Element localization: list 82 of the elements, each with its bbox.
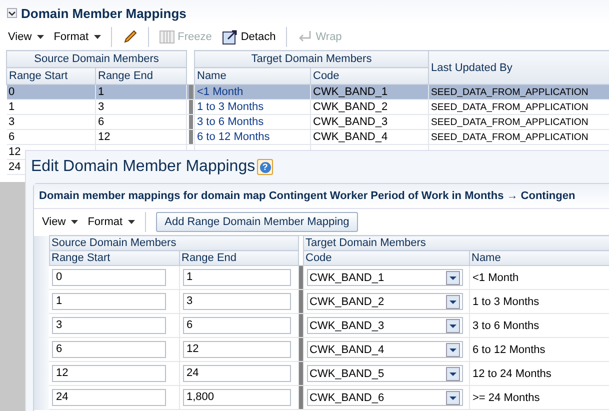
caret-icon [128,220,135,224]
table-cell: <1 Month [472,272,519,284]
table-cell: 3 [98,100,104,112]
code-dropdown[interactable]: CWK_BAND_3 [306,317,462,334]
table-row[interactable]: 0 1 <1 Month CWK_BAND_1 SEED_DATA_FROM_APPLICATION [6,84,609,100]
table-cell: 12 [98,130,110,142]
column-group-header: Target Domain Members [303,236,609,250]
table-cell: CWK_BAND_1 [313,86,388,98]
name-link[interactable]: 6 to 12 Months [197,130,270,142]
table-cell: 6 to 12 Months [472,344,546,356]
column-header[interactable]: Code [303,250,469,266]
column-group-header: Target Domain Members [194,50,428,68]
table-cell: CWK_BAND_3 [313,116,388,128]
table-row[interactable]: 6 12 6 to 12 Months CWK_BAND_4 SEED_DATA_FROM_APPLICATION [6,130,609,144]
range-end-field[interactable]: 1,800 [182,389,290,406]
column-group-header: Source Domain Members [49,236,298,250]
range-end-field[interactable]: 3 [182,293,290,310]
return-arrow-icon [296,30,313,44]
table-cell: 1 [8,100,15,112]
column-header[interactable]: Last Updated By [428,50,609,84]
code-dropdown[interactable]: CWK_BAND_5 [306,365,462,382]
table-cell: 0 [8,86,15,98]
table-cell: 1 [98,86,104,98]
caret-icon [94,35,101,40]
table-cell: CWK_BAND_2 [313,100,388,112]
table-row[interactable]: 3 6 3 to 6 Months CWK_BAND_3 SEED_DATA_FROM_APPLICATION [6,114,609,130]
pencil-icon [122,29,138,45]
column-header[interactable]: Range Start [6,68,96,84]
code-dropdown[interactable]: CWK_BAND_4 [306,341,462,358]
column-header[interactable]: Range End [96,68,186,84]
table-cell: 12 [8,146,21,158]
menu-button[interactable]: Format [88,216,135,228]
dialog-title: Edit Domain Member Mappings [31,158,256,176]
range-start-field[interactable]: 1 [52,293,166,310]
table-cell: 24 [8,160,21,172]
table-cell: SEED_DATA_FROM_APPLICATION [431,102,588,112]
table-cell: 6 [98,116,104,128]
range-start-field[interactable]: 0 [52,269,166,286]
add-mapping-button[interactable]: Add Range Domain Member Mapping [156,212,358,232]
table-cell: >= 24 Months [472,392,540,404]
menu-button[interactable]: View [8,31,44,43]
table-cell: CWK_BAND_4 [313,130,388,142]
edit-button[interactable] [122,29,138,45]
code-dropdown[interactable]: CWK_BAND_1 [306,269,462,286]
range-end-field[interactable]: 12 [182,341,290,358]
range-end-field[interactable]: 6 [182,317,290,334]
menu-button[interactable]: Format [54,31,101,43]
code-dropdown[interactable]: CWK_BAND_2 [306,293,462,310]
name-link[interactable]: 1 to 3 Months [197,100,264,112]
column-group-header: Source Domain Members [6,50,186,68]
table-row[interactable]: 1 3 1 to 3 Months CWK_BAND_2 SEED_DATA_FROM_APPLICATION [6,100,609,114]
range-start-field[interactable]: 12 [52,365,166,382]
column-header[interactable]: Code [310,68,428,84]
table-cell: 3 to 6 Months [472,320,540,332]
section-title: Domain Member Mappings [21,6,186,20]
table-cell: SEED_DATA_FROM_APPLICATION [431,132,588,142]
table-cell: 12 to 24 Months [472,368,552,380]
column-header[interactable]: Name [194,68,310,84]
column-header[interactable]: Range End [179,250,298,266]
table-cell: 6 [8,130,15,142]
column-header[interactable]: Name [469,250,609,266]
range-start-field[interactable]: 24 [52,389,166,406]
table-cell: 3 [8,116,15,128]
detach-icon [222,29,238,45]
range-end-field[interactable]: 24 [182,365,290,382]
range-start-field[interactable]: 3 [52,317,166,334]
table-cell: SEED_DATA_FROM_APPLICATION [431,116,588,128]
table-cell: 1 to 3 Months [472,296,540,308]
collapse-icon[interactable] [7,8,17,18]
table-cell: SEED_DATA_FROM_APPLICATION [431,86,588,98]
panel-title: Domain member mappings for domain map Contingent Worker Period of Work in Months → Contingen [34,184,609,209]
column-header[interactable]: Range Start [49,250,179,266]
range-start-field[interactable]: 6 [52,341,166,358]
detach-button[interactable]: Detach [222,29,276,45]
caret-icon [70,220,78,224]
columns-icon [158,30,175,44]
menu-button[interactable]: View [42,216,78,228]
range-end-field[interactable]: 1 [182,269,290,286]
caret-icon [36,35,44,40]
code-dropdown[interactable]: CWK_BAND_6 [306,389,462,406]
name-link[interactable]: 3 to 6 Months [197,116,264,128]
help-icon[interactable]: ? [257,159,274,175]
